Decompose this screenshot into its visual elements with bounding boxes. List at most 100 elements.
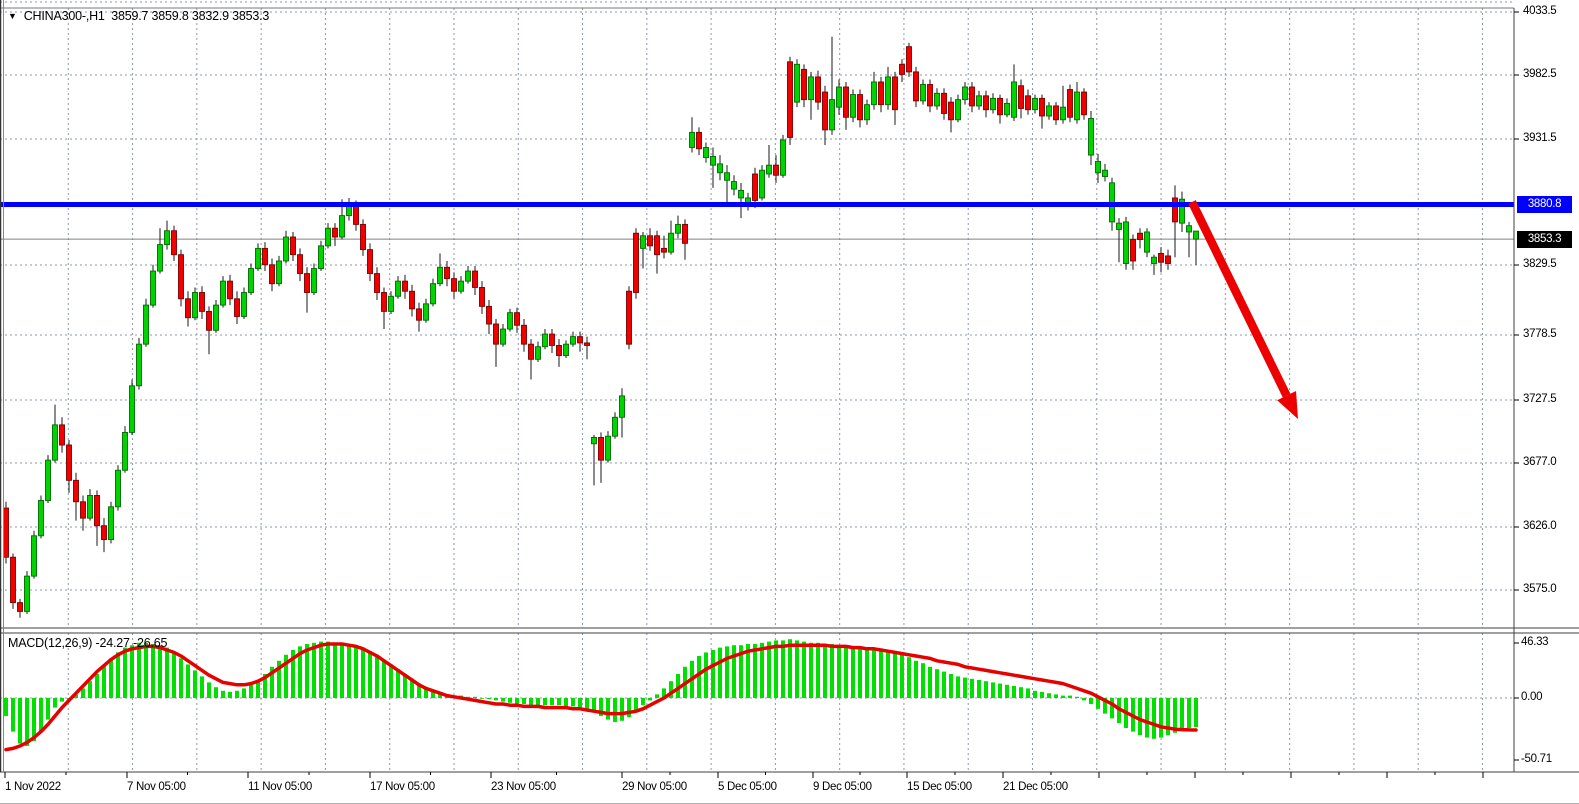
trend-arrow-head[interactable] <box>1277 391 1298 419</box>
macd-histogram-bar <box>564 698 568 706</box>
resistance-line[interactable] <box>0 202 1514 207</box>
candle-body <box>1117 223 1122 229</box>
x-axis-label: 21 Dec 05:00 <box>1003 781 1068 793</box>
macd-histogram-bar <box>228 692 232 698</box>
candle-body <box>571 337 576 345</box>
macd-histogram-bar <box>935 669 939 698</box>
candle-body <box>914 72 919 101</box>
candle-body <box>718 164 723 173</box>
macd-histogram-bar <box>60 698 64 702</box>
macd-histogram-bar <box>1075 697 1079 698</box>
macd-histogram-bar <box>39 698 43 732</box>
macd-histogram-bar <box>137 643 141 698</box>
candle-body <box>830 100 835 130</box>
candle-body <box>781 140 786 175</box>
candle-body <box>739 190 744 198</box>
candle-body <box>795 64 800 102</box>
macd-histogram-bar <box>648 698 652 700</box>
candle-body <box>200 292 205 311</box>
candle-body <box>767 165 772 174</box>
macd-histogram-bar <box>823 644 827 698</box>
candle-body <box>991 98 996 109</box>
macd-histogram-bar <box>368 651 372 698</box>
macd-histogram-bar <box>837 645 841 698</box>
macd-histogram-bar <box>200 676 204 698</box>
macd-histogram-bar <box>1040 692 1044 698</box>
candle-body <box>1082 92 1087 115</box>
macd-histogram-bar <box>613 698 617 722</box>
candle-body <box>788 62 793 138</box>
candle-body <box>760 170 765 198</box>
macd-histogram-bar <box>1159 698 1163 738</box>
macd-histogram-bar <box>914 661 918 698</box>
candle-body <box>984 96 989 110</box>
macd-histogram-bar <box>795 640 799 698</box>
candle-body <box>543 334 548 347</box>
candle-body <box>515 313 520 326</box>
candle-body <box>907 47 912 72</box>
macd-histogram-bar <box>1194 698 1198 727</box>
candle-body <box>662 248 667 252</box>
macd-histogram-bar <box>340 643 344 698</box>
candle-body <box>697 132 702 148</box>
macd-histogram-bar <box>802 642 806 698</box>
macd-histogram-bar <box>879 649 883 698</box>
candle-body <box>438 267 443 283</box>
macd-histogram-bar <box>375 655 379 698</box>
trend-arrow-shaft[interactable] <box>1192 202 1287 396</box>
candle-body <box>1047 106 1052 116</box>
macd-histogram-bar <box>396 669 400 698</box>
macd-histogram-bar <box>1019 687 1023 698</box>
candle-body <box>774 165 779 175</box>
candle-body <box>81 502 86 518</box>
macd-histogram-bar <box>172 652 176 698</box>
symbol-timeframe-label: CHINA300-,H1 <box>24 9 105 23</box>
candle-body <box>1040 98 1045 116</box>
candle-body <box>550 334 555 345</box>
macd-histogram-bar <box>242 688 246 698</box>
candle-body <box>354 206 359 225</box>
candle-body <box>858 95 863 120</box>
candle-body <box>53 425 58 460</box>
macd-histogram-bar <box>886 650 890 698</box>
candle-body <box>270 265 275 284</box>
candle-body <box>1166 256 1171 264</box>
candle-body <box>312 269 317 293</box>
candle-body <box>1019 86 1024 109</box>
candle-body <box>620 396 625 417</box>
macd-histogram-bar <box>557 698 561 705</box>
macd-histogram-bar <box>949 674 953 698</box>
candle-body <box>669 233 674 252</box>
current-price-tag: 3853.3 <box>1517 231 1572 248</box>
macd-histogram-bar <box>1054 694 1058 698</box>
candle-body <box>1068 90 1073 118</box>
candle-body <box>1061 107 1066 120</box>
candle-body <box>753 174 758 200</box>
candle-body <box>648 236 653 246</box>
candle-body <box>1026 96 1031 110</box>
macd-histogram-bar <box>165 648 169 698</box>
candle-body <box>88 495 93 518</box>
candle-body <box>60 425 65 445</box>
macd-histogram-bar <box>319 642 323 698</box>
macd-scale-label: 46.33 <box>1521 636 1548 648</box>
candle-body <box>977 96 982 106</box>
macd-histogram-bar <box>116 652 120 698</box>
macd-histogram-bar <box>1145 698 1149 738</box>
candle-body <box>305 274 310 293</box>
candle-body <box>1054 106 1059 120</box>
candle-body <box>816 77 821 102</box>
macd-scale-label: 0.00 <box>1521 691 1542 703</box>
candle-body <box>627 291 632 344</box>
macd-histogram-bar <box>186 664 190 698</box>
x-axis-label: 15 Dec 05:00 <box>907 781 972 793</box>
candle-body <box>725 173 730 181</box>
candle-body <box>375 274 380 293</box>
candle-body <box>1005 103 1010 114</box>
price-chart-area[interactable] <box>0 0 1579 803</box>
candle-body <box>319 246 324 269</box>
candle-body <box>893 77 898 110</box>
macd-histogram-bar <box>704 652 708 698</box>
candle-body <box>732 182 737 190</box>
candle-body <box>221 281 226 305</box>
